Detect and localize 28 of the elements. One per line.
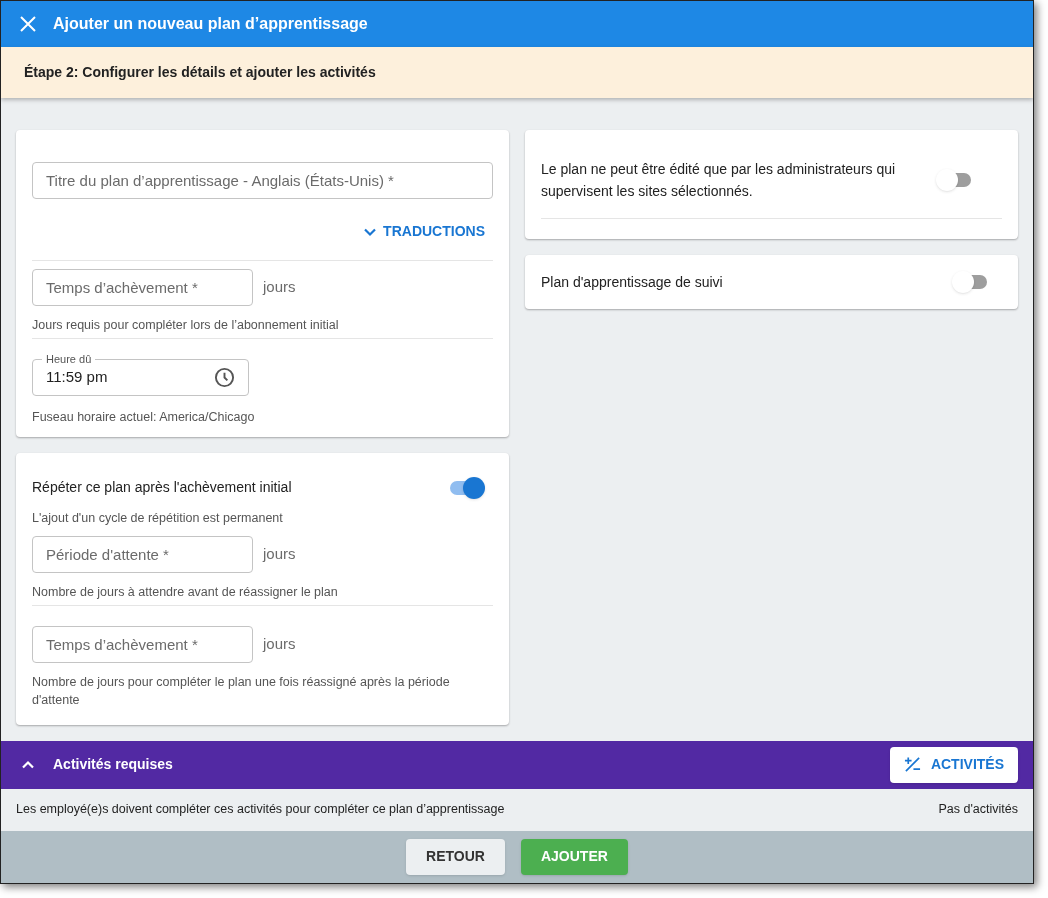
close-icon[interactable]	[19, 15, 37, 33]
back-button[interactable]: RETOUR	[406, 838, 505, 875]
step-text: Étape 2: Configurer les détails et ajouter les activités	[24, 63, 376, 82]
repeat-label: Répéter ce plan après l'achèvement initial	[32, 478, 292, 498]
hint-text: Nombre de jours à attendre avant de réassigner le plan	[32, 583, 339, 601]
clock-icon[interactable]	[214, 367, 235, 388]
toggle-label: Plan d'apprentissage de suivi	[541, 272, 723, 292]
hint-text: Fuseau horaire actuel: America/Chicago	[32, 409, 256, 426]
add-button[interactable]: AJOUTER	[520, 838, 628, 875]
title-field[interactable]: Titre du plan d’apprentissage - Anglais (États-Unis) *	[32, 162, 493, 199]
input-field[interactable]: Temps d’achèvement *	[32, 269, 253, 306]
activities-button[interactable]: ACTIVITÉS	[889, 746, 1018, 783]
section-title: Activités requises	[53, 755, 173, 774]
input-field[interactable]: Temps d’achèvement *	[32, 625, 253, 663]
translations-button[interactable]: TRADUCTIONS	[363, 221, 485, 242]
note-text: L'ajout d'un cycle de répétition est permanent	[32, 509, 284, 527]
unit-label: jours	[263, 543, 296, 564]
input-field[interactable]: Période d'attente *	[32, 535, 253, 573]
plus-minus-icon	[903, 756, 921, 773]
section-description: Les employé(e)s doivent compléter ces activités pour compléter ce plan d’apprentissage	[16, 801, 505, 819]
unit-label: jours	[263, 277, 296, 298]
unit-label: jours	[263, 633, 296, 654]
toggle-label: Le plan ne peut être édité que par les administrateurs qui supervisent les sites sélectionnés.	[541, 160, 897, 201]
hint-text: Nombre de jours pour compléter le plan une fois réassigné après la période d'attente	[32, 673, 451, 709]
hint-text: Jours requis pour compléter lors de l’abonnement initial	[32, 317, 340, 334]
time-value: 11:59 pm	[46, 367, 108, 388]
activity-count: Pas d'activités	[938, 801, 1018, 819]
window-title: Ajouter un nouveau plan d’apprentissage	[53, 14, 368, 34]
